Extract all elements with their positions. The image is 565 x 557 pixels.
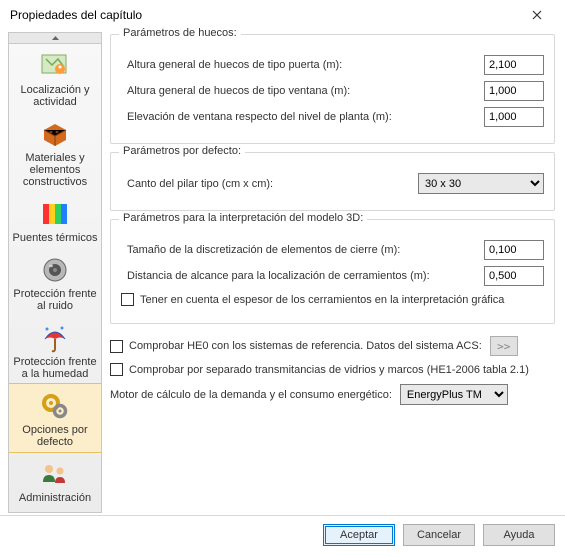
elevacion-label: Elevación de ventana respecto del nivel …	[121, 111, 484, 123]
canto-select[interactable]: 30 x 30	[418, 173, 544, 194]
altura-ventana-label: Altura general de huecos de tipo ventana…	[121, 85, 484, 97]
altura-puerta-input[interactable]	[484, 55, 544, 75]
he0-details-button[interactable]: >>	[490, 336, 518, 356]
accept-button[interactable]: Aceptar	[323, 524, 395, 546]
sidebar: Localización y actividad Materiales y el…	[8, 32, 102, 513]
motor-select[interactable]: EnergyPlus TM	[400, 384, 508, 405]
sidebar-label: Administración	[11, 492, 99, 504]
sidebar-label: Puentes térmicos	[11, 232, 99, 244]
group-defecto: Parámetros por defecto: Canto del pilar …	[110, 152, 555, 211]
sidebar-item-ruido[interactable]: Protección frente al ruido	[9, 248, 101, 316]
umbrella-icon	[39, 322, 71, 354]
group-3d: Parámetros para la interpretación del mo…	[110, 219, 555, 324]
tamano-input[interactable]	[484, 240, 544, 260]
altura-ventana-input[interactable]	[484, 81, 544, 101]
group-title: Parámetros para la interpretación del mo…	[119, 212, 367, 224]
brick-icon	[39, 118, 71, 150]
espesor-checkbox[interactable]	[121, 293, 134, 306]
canto-label: Canto del pilar tipo (cm x cm):	[121, 178, 418, 190]
group-title: Parámetros por defecto:	[119, 145, 245, 157]
close-icon	[532, 10, 542, 20]
he0-checkbox[interactable]	[110, 340, 123, 353]
tamano-label: Tamaño de la discretización de elementos…	[121, 244, 484, 256]
he1-checkbox[interactable]	[110, 363, 123, 376]
dialog-footer: Aceptar Cancelar Ayuda	[0, 515, 565, 553]
he0-label: Comprobar HE0 con los sistemas de refere…	[129, 340, 482, 352]
close-button[interactable]	[517, 1, 557, 29]
sidebar-item-puentes[interactable]: Puentes térmicos	[9, 192, 101, 248]
group-huecos: Parámetros de huecos: Altura general de …	[110, 34, 555, 144]
sidebar-label: Opciones por defecto	[11, 424, 99, 448]
main-panel: Parámetros de huecos: Altura general de …	[102, 30, 565, 515]
sidebar-item-materiales[interactable]: Materiales y elementos constructivos	[9, 112, 101, 192]
he1-label: Comprobar por separado transmitancias de…	[129, 364, 529, 376]
sidebar-label: Materiales y elementos constructivos	[11, 152, 99, 188]
altura-puerta-label: Altura general de huecos de tipo puerta …	[121, 59, 484, 71]
speaker-icon	[39, 254, 71, 286]
sidebar-label: Localización y actividad	[11, 84, 99, 108]
chevron-up-icon	[52, 36, 59, 40]
window-title: Propiedades del capítulo	[10, 8, 142, 22]
sidebar-label: Protección frente al ruido	[11, 288, 99, 312]
distancia-input[interactable]	[484, 266, 544, 286]
sidebar-item-humedad[interactable]: Protección frente a la humedad	[9, 316, 101, 384]
users-icon	[39, 458, 71, 490]
sidebar-item-admin[interactable]: Administración	[9, 452, 101, 508]
cancel-button[interactable]: Cancelar	[403, 524, 475, 546]
motor-label: Motor de cálculo de la demanda y el cons…	[110, 389, 392, 401]
sidebar-scroll-up[interactable]	[9, 33, 101, 44]
espesor-label: Tener en cuenta el espesor de los cerram…	[140, 294, 504, 306]
help-button[interactable]: Ayuda	[483, 524, 555, 546]
gears-icon	[39, 390, 71, 422]
sidebar-label: Protección frente a la humedad	[11, 356, 99, 380]
map-pin-icon	[39, 50, 71, 82]
elevacion-input[interactable]	[484, 107, 544, 127]
distancia-label: Distancia de alcance para la localizació…	[121, 270, 484, 282]
sidebar-item-opciones[interactable]: Opciones por defecto	[8, 383, 102, 453]
thermal-icon	[39, 198, 71, 230]
sidebar-item-localizacion[interactable]: Localización y actividad	[9, 44, 101, 112]
group-title: Parámetros de huecos:	[119, 27, 241, 39]
